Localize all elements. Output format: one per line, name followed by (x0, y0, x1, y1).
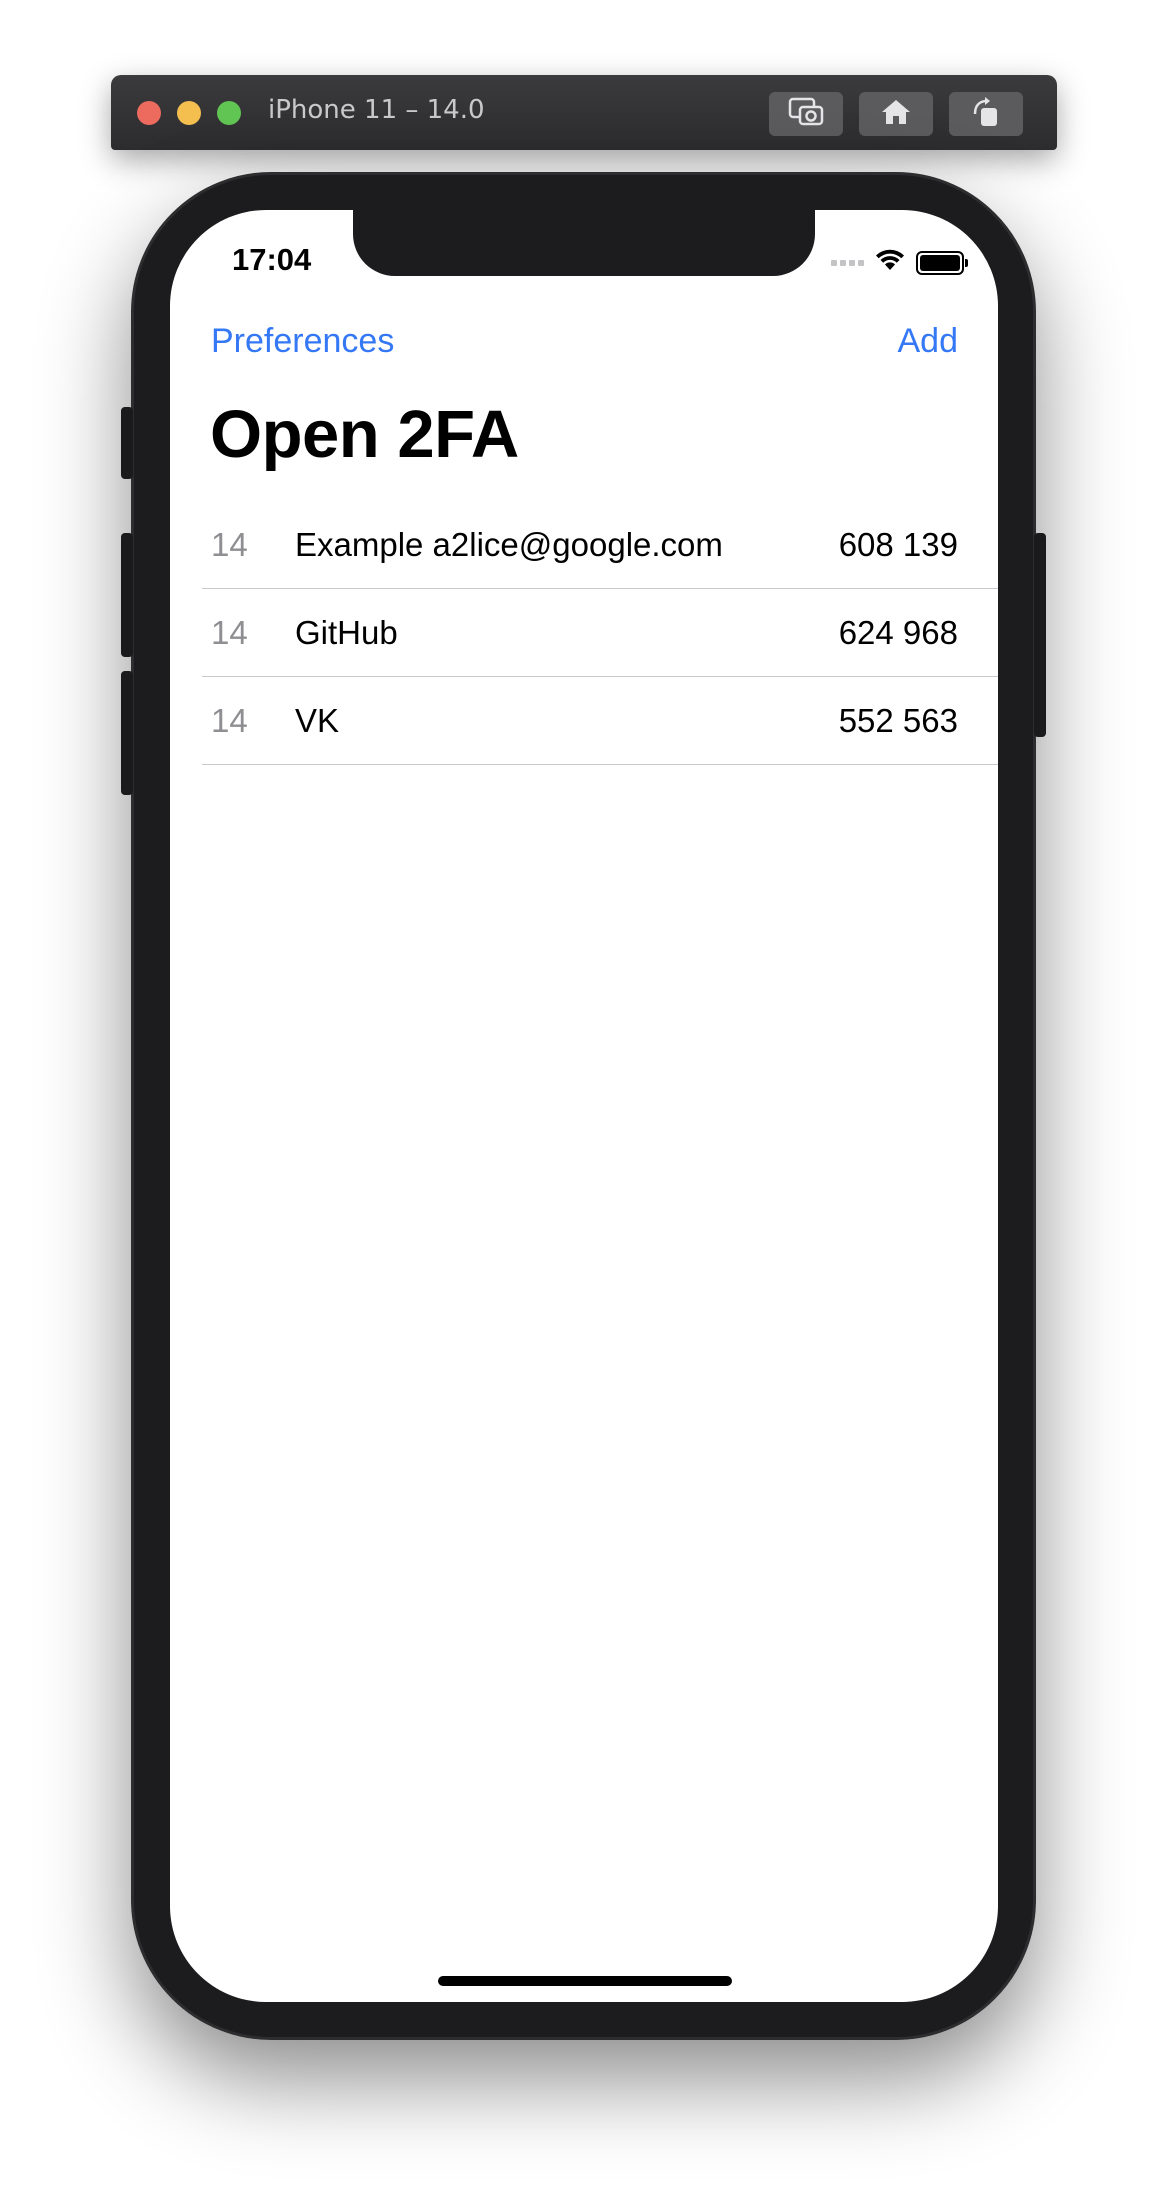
otp-code: 624 968 (838, 614, 958, 651)
volume-up-button (121, 533, 133, 657)
accounts-list: 14 Example a2lice@google.com 608 139 14 … (170, 501, 998, 765)
otp-timer: 14 (211, 702, 248, 739)
rotate-icon (969, 96, 1003, 133)
rotate-button[interactable] (949, 92, 1023, 136)
home-icon (879, 97, 913, 132)
account-name: Example a2lice@google.com (295, 526, 723, 563)
account-name: GitHub (295, 614, 398, 651)
list-item[interactable]: 14 VK 552 563 (170, 677, 998, 765)
close-window-button[interactable] (137, 101, 161, 125)
otp-timer: 14 (211, 526, 248, 563)
zoom-window-button[interactable] (217, 101, 241, 125)
volume-down-button (121, 671, 133, 795)
otp-code: 608 139 (838, 526, 958, 563)
otp-code: 552 563 (838, 702, 958, 739)
otp-timer: 14 (211, 614, 248, 651)
cellular-signal-icon (831, 259, 864, 266)
wifi-icon (874, 248, 906, 277)
simulator-titlebar: iPhone 11 – 14.0 (111, 75, 1057, 150)
simulator-title: iPhone 11 – 14.0 (268, 95, 485, 125)
minimize-window-button[interactable] (177, 101, 201, 125)
screenshot-button[interactable] (769, 92, 843, 136)
screenshot-icon (788, 97, 824, 132)
status-icons (831, 248, 968, 277)
notch (353, 210, 815, 276)
silent-switch (121, 407, 133, 479)
add-button[interactable]: Add (898, 322, 959, 361)
list-item[interactable]: 14 Example a2lice@google.com 608 139 (170, 501, 998, 589)
status-time: 17:04 (232, 242, 312, 277)
device-screen: 17:04 Preferences Add Open 2FA 14 Exampl… (170, 210, 998, 2002)
home-indicator[interactable] (438, 1976, 732, 1986)
list-item[interactable]: 14 GitHub 624 968 (170, 589, 998, 677)
page-title: Open 2FA (210, 397, 519, 472)
preferences-button[interactable]: Preferences (211, 322, 394, 361)
battery-icon (916, 250, 968, 275)
side-power-button (1034, 533, 1046, 737)
account-name: VK (295, 702, 340, 739)
home-button[interactable] (859, 92, 933, 136)
